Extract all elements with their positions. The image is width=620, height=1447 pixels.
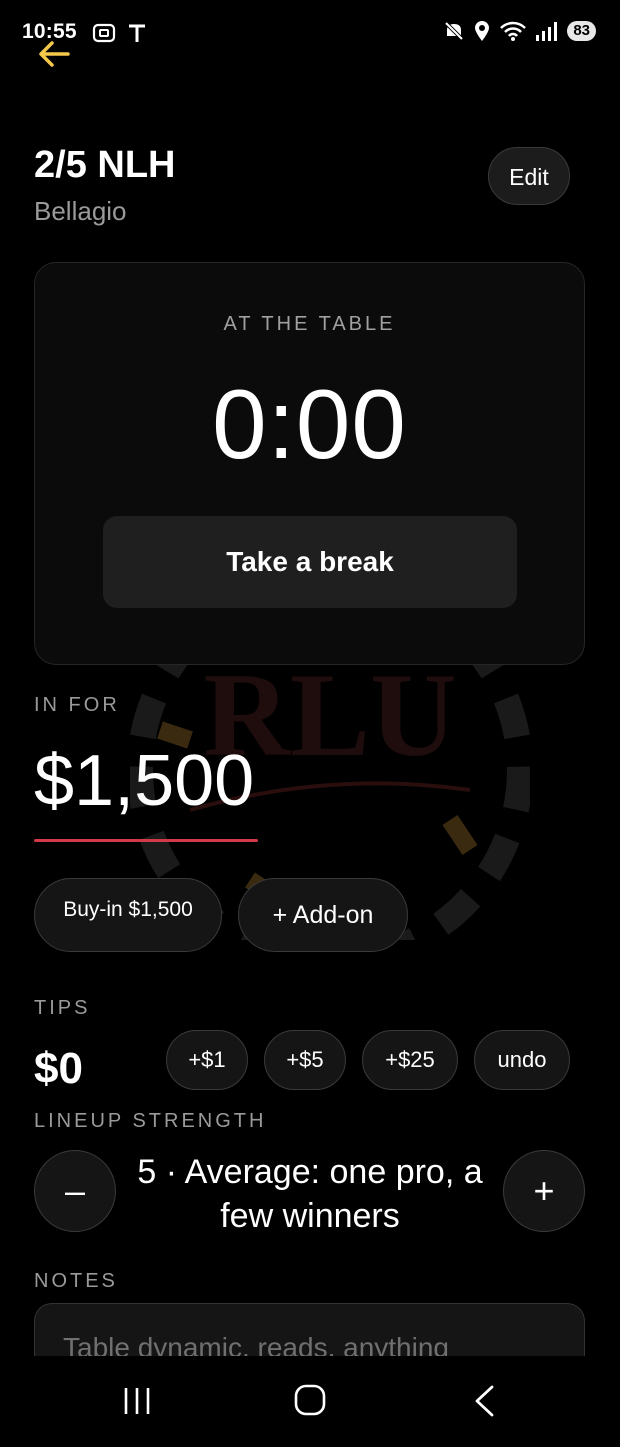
tip-plus-1-button[interactable]: +$1 <box>166 1030 248 1090</box>
back-icon[interactable] <box>472 1384 496 1418</box>
notes-label: NOTES <box>34 1270 118 1292</box>
lineup-strength-value: 5 · Average: one pro, a few winners <box>120 1150 500 1238</box>
edit-button[interactable]: Edit <box>488 147 570 205</box>
session-timer: 0:00 <box>212 369 407 479</box>
back-arrow-icon[interactable] <box>36 36 72 72</box>
in-for-label: IN FOR <box>34 694 120 716</box>
tips-label: TIPS <box>34 997 91 1019</box>
in-for-amount[interactable]: $1,500 <box>34 740 254 822</box>
mute-icon <box>444 21 464 41</box>
tip-undo-button[interactable]: undo <box>474 1030 570 1090</box>
tips-amount: $0 <box>34 1044 83 1093</box>
lineup-increase-button[interactable]: + <box>503 1150 585 1232</box>
wifi-icon <box>500 21 527 41</box>
take-break-button[interactable]: Take a break <box>103 516 517 608</box>
home-icon[interactable] <box>294 1384 326 1416</box>
signal-icon <box>536 22 558 41</box>
venue-subtitle: Bellagio <box>34 196 127 226</box>
buyin-button[interactable]: Buy-in $1,500 <box>34 878 222 952</box>
lineup-strength-label: LINEUP STRENGTH <box>34 1110 267 1132</box>
status-right-icons: 83 <box>443 20 596 42</box>
lineup-line-2: few winners <box>220 1197 400 1235</box>
tip-plus-5-button[interactable]: +$5 <box>264 1030 346 1090</box>
page-title: 2/5 NLH <box>34 144 176 186</box>
notes-input[interactable]: Table dynamic, reads, anything <box>34 1303 585 1363</box>
screenshot-icon <box>92 23 116 43</box>
amount-underline <box>34 839 258 842</box>
lineup-line-1: 5 · Average: one pro, a <box>137 1153 483 1191</box>
battery-level: 83 <box>567 21 596 41</box>
status-left-icons <box>92 22 147 44</box>
at-table-label: AT THE TABLE <box>223 313 396 335</box>
recents-icon[interactable] <box>122 1386 152 1416</box>
add-on-button[interactable]: + Add-on <box>238 878 408 952</box>
location-icon <box>475 21 490 41</box>
at-table-card: AT THE TABLE 0:00 Take a break <box>34 262 585 665</box>
t-icon <box>129 24 146 42</box>
tip-plus-25-button[interactable]: +$25 <box>362 1030 458 1090</box>
lineup-decrease-button[interactable]: – <box>34 1150 116 1232</box>
